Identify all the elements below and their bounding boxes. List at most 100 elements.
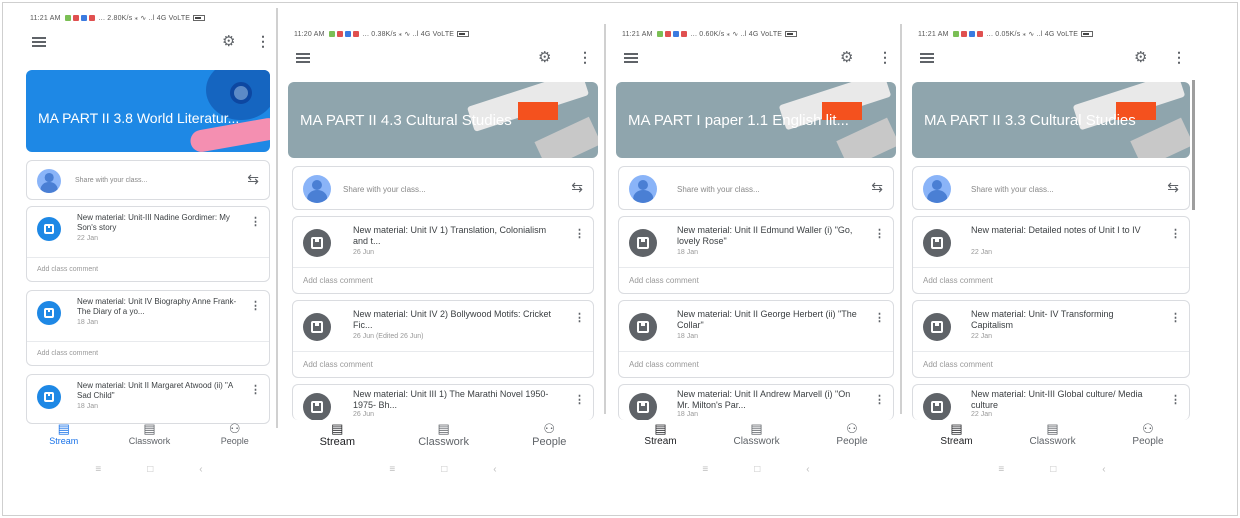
post-card[interactable]: New material: Unit-III Global culture/ M… — [912, 384, 1190, 420]
nav-people[interactable]: ⚇ People — [532, 422, 567, 449]
status-time: 11:21 AM — [30, 14, 61, 22]
post-card[interactable]: New material: Unit II George Herbert (ii… — [618, 300, 894, 378]
repost-icon[interactable]: ⇆ — [247, 171, 259, 188]
post-options-icon[interactable]: ⋮ — [250, 215, 261, 228]
post-options-icon[interactable]: ⋮ — [250, 299, 261, 312]
post-card[interactable]: New material: Unit IV Biography Anne Fra… — [26, 290, 270, 366]
settings-icon[interactable]: ⚙ — [840, 50, 853, 65]
add-comment[interactable]: Add class comment — [619, 351, 893, 377]
class-title: MA PART II 4.3 Cultural Studies — [300, 112, 512, 129]
post-options-icon[interactable]: ⋮ — [574, 227, 585, 240]
nav-stream[interactable]: ▤ Stream — [644, 422, 676, 448]
back-icon[interactable]: ‹ — [199, 464, 202, 475]
nav-classwork[interactable]: ▤ Classwork — [1029, 422, 1075, 448]
add-comment[interactable]: Add class comment — [27, 341, 269, 365]
system-navigation: ≡ □ ‹ — [616, 464, 896, 475]
menu-icon[interactable] — [296, 53, 310, 63]
post-card[interactable]: New material: Unit II Andrew Marvell (i)… — [618, 384, 894, 420]
post-date: 18 Jan — [677, 333, 699, 340]
class-banner[interactable]: MA PART II 3.3 Cultural Studies — [912, 82, 1190, 158]
nav-stream[interactable]: ▤ Stream — [940, 422, 972, 448]
nav-people[interactable]: ⚇ People — [221, 421, 249, 447]
post-card[interactable]: New material: Unit-III Nadine Gordimer: … — [26, 206, 270, 282]
repost-icon[interactable]: ⇆ — [871, 179, 883, 196]
class-banner[interactable]: MA PART II 3.8 World Literatur... — [26, 70, 270, 152]
menu-icon[interactable] — [920, 53, 934, 63]
people-icon: ⚇ — [1142, 421, 1154, 436]
home-icon[interactable]: □ — [147, 464, 153, 475]
post-options-icon[interactable]: ⋮ — [250, 383, 261, 396]
post-card[interactable]: New material: Unit IV 1) Translation, Co… — [292, 216, 594, 294]
settings-icon[interactable]: ⚙ — [222, 34, 235, 49]
post-options-icon[interactable]: ⋮ — [874, 393, 885, 406]
nav-classwork[interactable]: ▤ Classwork — [733, 422, 779, 448]
back-icon[interactable]: ‹ — [493, 464, 496, 475]
nav-stream[interactable]: ▤ Stream — [49, 422, 79, 447]
add-comment[interactable]: Add class comment — [293, 351, 593, 377]
post-options-icon[interactable]: ⋮ — [874, 227, 885, 240]
settings-icon[interactable]: ⚙ — [1134, 50, 1147, 65]
add-comment[interactable]: Add class comment — [27, 257, 269, 281]
post-card[interactable]: New material: Unit II Margaret Atwood (i… — [26, 374, 270, 424]
add-comment[interactable]: Add class comment — [913, 267, 1189, 293]
battery-icon — [785, 31, 798, 37]
post-options-icon[interactable]: ⋮ — [1170, 393, 1181, 406]
recents-icon[interactable]: ≡ — [95, 464, 101, 475]
back-icon[interactable]: ‹ — [1102, 464, 1105, 475]
post-card[interactable]: New material: Unit IV 2) Bollywood Motif… — [292, 300, 594, 378]
nav-stream[interactable]: ▤ Stream — [320, 421, 355, 449]
more-options-icon[interactable]: ⋮ — [256, 34, 270, 48]
more-options-icon[interactable]: ⋮ — [578, 50, 592, 64]
status-time: 11:21 AM — [918, 30, 949, 38]
post-options-icon[interactable]: ⋮ — [1170, 227, 1181, 240]
post-card[interactable]: New material: Detailed notes of Unit I t… — [912, 216, 1190, 294]
home-icon[interactable]: □ — [1050, 464, 1056, 475]
share-box[interactable]: Share with your class... ⇆ — [292, 166, 594, 210]
more-options-icon[interactable]: ⋮ — [878, 50, 892, 64]
add-comment[interactable]: Add class comment — [293, 267, 593, 293]
bottom-navigation: ▤ Stream ▤ Classwork ⚇ People — [288, 421, 598, 449]
class-banner[interactable]: MA PART II 4.3 Cultural Studies — [288, 82, 598, 158]
recents-icon[interactable]: ≡ — [998, 464, 1004, 475]
class-title: MA PART I paper 1.1 English lit... — [628, 112, 849, 129]
add-comment[interactable]: Add class comment — [913, 351, 1189, 377]
share-box[interactable]: Share with your class... ⇆ — [618, 166, 894, 210]
post-options-icon[interactable]: ⋮ — [574, 311, 585, 324]
nav-people[interactable]: ⚇ People — [836, 422, 867, 448]
back-icon[interactable]: ‹ — [806, 464, 809, 475]
nav-people-label: People — [532, 436, 567, 448]
post-options-icon[interactable]: ⋮ — [1170, 311, 1181, 324]
nav-classwork[interactable]: ▤ Classwork — [418, 422, 469, 449]
add-comment[interactable]: Add class comment — [619, 267, 893, 293]
post-card[interactable]: New material: Unit II Edmund Waller (i) … — [618, 216, 894, 294]
home-icon[interactable]: □ — [754, 464, 760, 475]
post-card[interactable]: New material: Unit III 1) The Marathi No… — [292, 384, 594, 420]
post-options-icon[interactable]: ⋮ — [574, 393, 585, 406]
post-card[interactable]: New material: Unit- IV Transforming Capi… — [912, 300, 1190, 378]
people-icon: ⚇ — [228, 421, 241, 436]
nav-people[interactable]: ⚇ People — [1132, 421, 1163, 448]
stream-icon: ▤ — [331, 421, 344, 436]
share-box[interactable]: Share with your class... ⇆ — [912, 166, 1190, 210]
more-options-icon[interactable]: ⋮ — [1172, 50, 1186, 64]
repost-icon[interactable]: ⇆ — [1167, 179, 1179, 196]
scrollbar[interactable] — [1192, 80, 1195, 210]
menu-icon[interactable] — [624, 53, 638, 63]
status-bar: 11:21 AM ... 0.60K/s ⁎ ∿ ..l 4G VoLTE — [616, 24, 896, 44]
recents-icon[interactable]: ≡ — [702, 464, 708, 475]
settings-icon[interactable]: ⚙ — [538, 50, 551, 65]
avatar — [303, 175, 331, 203]
nav-classwork-label: Classwork — [418, 436, 469, 448]
repost-icon[interactable]: ⇆ — [571, 179, 583, 196]
post-options-icon[interactable]: ⋮ — [874, 311, 885, 324]
menu-icon[interactable] — [32, 37, 46, 47]
nav-stream-label: Stream — [49, 436, 79, 446]
recents-icon[interactable]: ≡ — [389, 464, 395, 475]
notification-icons — [656, 31, 687, 37]
class-banner[interactable]: MA PART I paper 1.1 English lit... — [616, 82, 896, 158]
share-box[interactable]: Share with your class... ⇆ — [26, 160, 270, 200]
material-icon — [923, 393, 951, 420]
nav-classwork[interactable]: ▤ Classwork — [129, 422, 171, 447]
post-date: 26 Jun (Edited 26 Jun) — [353, 333, 424, 340]
home-icon[interactable]: □ — [441, 464, 447, 475]
